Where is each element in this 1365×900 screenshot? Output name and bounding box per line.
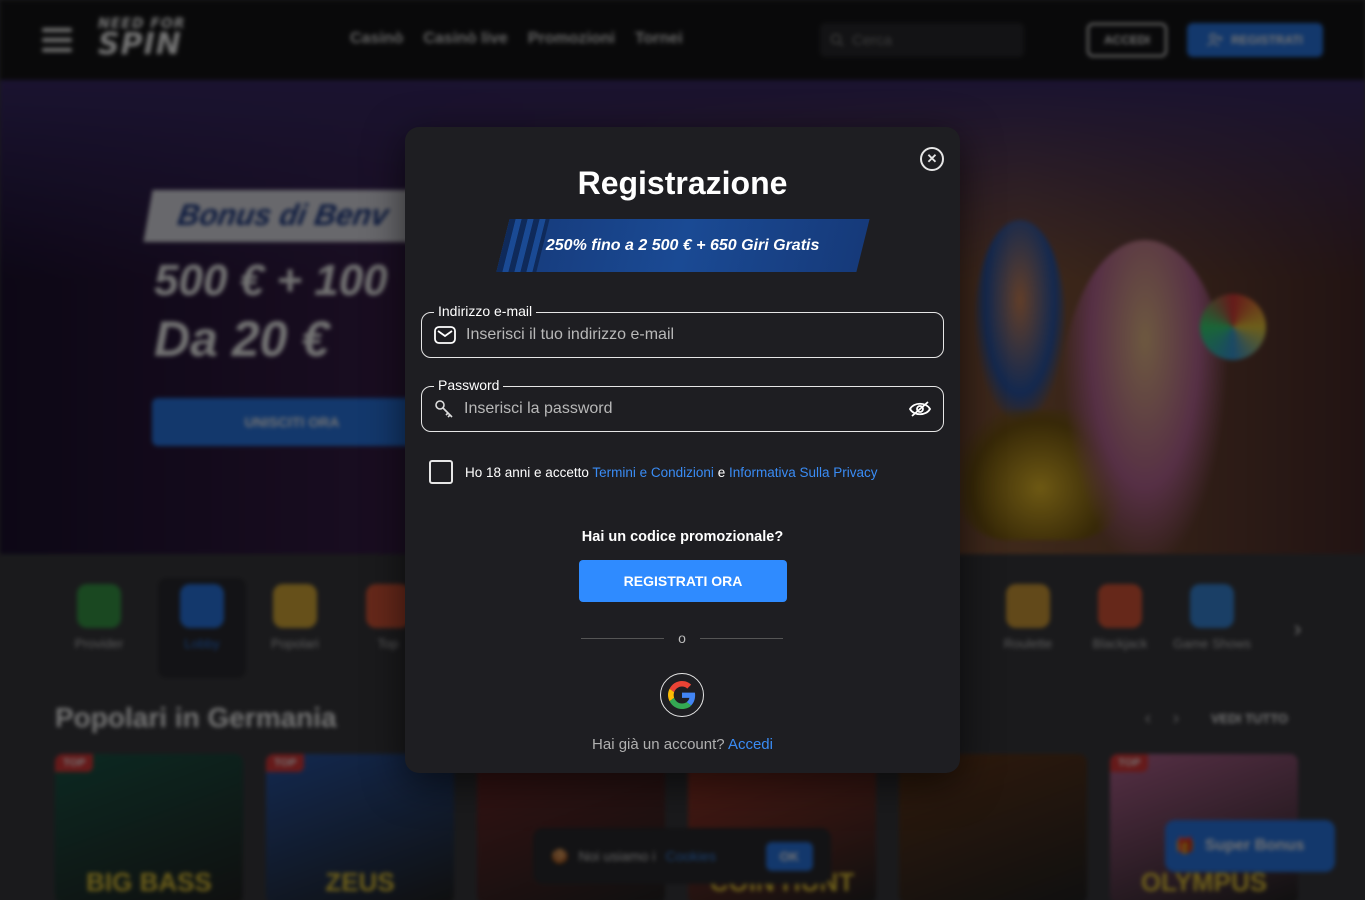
cookie-text: Noi usiamo i	[578, 848, 656, 864]
nav-item-casino-live[interactable]: Casinò live	[423, 30, 507, 48]
or-text: o	[678, 630, 686, 646]
terms-prefix: Ho 18 anni e accetto	[465, 464, 589, 480]
email-placeholder: Inserisci il tuo indirizzo e-mail	[466, 326, 675, 343]
chevron-right-icon[interactable]: ›	[1294, 616, 1301, 642]
hero-woman-image	[1060, 240, 1230, 554]
envelope-icon	[434, 326, 456, 344]
game-badge: TOP	[55, 754, 94, 772]
category-item[interactable]: Provider	[55, 578, 143, 678]
cookie-ok-button[interactable]: OK	[765, 841, 813, 871]
category-label: Lobby	[184, 636, 220, 651]
password-field[interactable]: Password Inserisci la password	[421, 377, 944, 432]
register-button-label: REGISTRATI	[1231, 33, 1303, 47]
game-title: BIG BASS	[86, 867, 212, 897]
nav-item-casino[interactable]: Casinò	[350, 30, 403, 48]
terms-row: Ho 18 anni e accetto Termini e Condizion…	[429, 460, 878, 484]
category-icon	[1006, 584, 1050, 628]
modal-title: Registrazione	[577, 165, 788, 201]
game-card[interactable]: TOP BIG BASS	[55, 754, 243, 900]
eye-slash-icon[interactable]	[909, 400, 931, 418]
search-icon	[830, 33, 844, 47]
hero-ball-image	[1200, 294, 1266, 360]
gift-icon: 🎁	[1175, 838, 1195, 855]
terms-checkbox[interactable]	[429, 460, 453, 484]
section-nav: ‹ › VEDI TUTTO	[1145, 708, 1288, 729]
email-label: Indirizzo e-mail	[434, 303, 537, 319]
register-now-button[interactable]: REGISTRATI ORA	[579, 560, 787, 602]
category-icon	[180, 584, 224, 628]
menu-icon[interactable]	[42, 28, 72, 52]
hero-character-image	[975, 220, 1065, 420]
category-label: Game Shows	[1172, 636, 1252, 651]
category-item[interactable]: Roulette	[984, 578, 1072, 678]
nav-item-tornei[interactable]: Tornei	[635, 30, 683, 48]
top-bar: NEED FOR SPIN Casinò Casinò live Promozi…	[0, 0, 1365, 80]
game-badge: TOP	[266, 754, 305, 772]
category-label: Blackjack	[1092, 636, 1148, 651]
password-placeholder: Inserisci la password	[464, 400, 613, 417]
hero-join-button[interactable]: UNISCITI ORA	[152, 398, 432, 446]
category-icon	[1190, 584, 1234, 628]
super-bonus-button[interactable]: 🎁 Super Bonus	[1165, 820, 1335, 872]
password-label: Password	[434, 377, 504, 393]
bonus-banner: 250% fino a 2 500 € + 650 Giri Gratis	[496, 219, 870, 272]
login-link[interactable]: Accedi	[728, 736, 773, 753]
registration-modal: ✕ Registrazione 250% fino a 2 500 € + 65…	[405, 127, 960, 773]
email-field[interactable]: Indirizzo e-mail Inserisci il tuo indiri…	[421, 303, 944, 358]
game-card[interactable]	[899, 754, 1087, 900]
category-item[interactable]: Lobby	[158, 578, 246, 678]
promo-code-toggle[interactable]: Hai un codice promozionale?	[405, 529, 960, 545]
chevron-left-icon[interactable]: ‹	[1145, 708, 1151, 729]
register-button[interactable]: REGISTRATI	[1187, 23, 1323, 57]
terms-link[interactable]: Termini e Condizioni	[592, 465, 714, 480]
key-icon	[435, 400, 453, 418]
category-item[interactable]: Popolari	[251, 578, 339, 678]
user-plus-icon	[1207, 33, 1223, 47]
nav-item-promozioni[interactable]: Promozioni	[528, 30, 615, 48]
login-button[interactable]: ACCEDI	[1087, 23, 1167, 57]
privacy-link[interactable]: Informativa Sulla Privacy	[729, 465, 878, 480]
game-card[interactable]: TOP ZEUS	[266, 754, 454, 900]
google-icon	[668, 681, 696, 709]
super-bonus-label: Super Bonus	[1204, 837, 1305, 854]
category-label: Roulette	[1003, 636, 1053, 651]
google-login-button[interactable]	[660, 673, 704, 717]
category-icon	[273, 584, 317, 628]
bonus-banner-text: 250% fino a 2 500 € + 650 Giri Gratis	[546, 236, 820, 254]
main-nav: Casinò Casinò live Promozioni Tornei	[350, 30, 683, 48]
have-account-row: Hai già un account? Accedi	[405, 736, 960, 753]
hero-offer-line1: 500 € + 100	[154, 256, 388, 305]
site-logo[interactable]: NEED FOR SPIN	[98, 17, 186, 59]
view-all-link[interactable]: VEDI TUTTO	[1211, 711, 1288, 726]
terms-and: e	[717, 464, 726, 480]
cookie-banner: 🍪 Noi usiamo i Cookies OK	[533, 828, 831, 884]
category-item[interactable]: Blackjack	[1076, 578, 1164, 678]
game-title: ZEUS	[325, 867, 395, 897]
game-badge: TOP	[1110, 754, 1149, 772]
section-title: Popolari in Germania	[55, 702, 337, 733]
hero-offer-line2: Da 20 €	[154, 311, 330, 367]
cookie-icon: 🍪	[551, 847, 569, 864]
chevron-right-icon[interactable]: ›	[1173, 708, 1179, 729]
cookie-link[interactable]: Cookies	[665, 848, 716, 864]
category-label: Provider	[74, 636, 124, 651]
category-icon	[1098, 584, 1142, 628]
search-input[interactable]: Cerca	[820, 23, 1024, 57]
category-label: Popolari	[271, 636, 319, 651]
or-divider: o	[581, 630, 784, 646]
search-placeholder: Cerca	[852, 31, 893, 49]
have-account-text: Hai già un account?	[592, 736, 725, 753]
category-icon	[366, 584, 410, 628]
category-icon	[77, 584, 121, 628]
category-item[interactable]: Game Shows	[1168, 578, 1256, 678]
